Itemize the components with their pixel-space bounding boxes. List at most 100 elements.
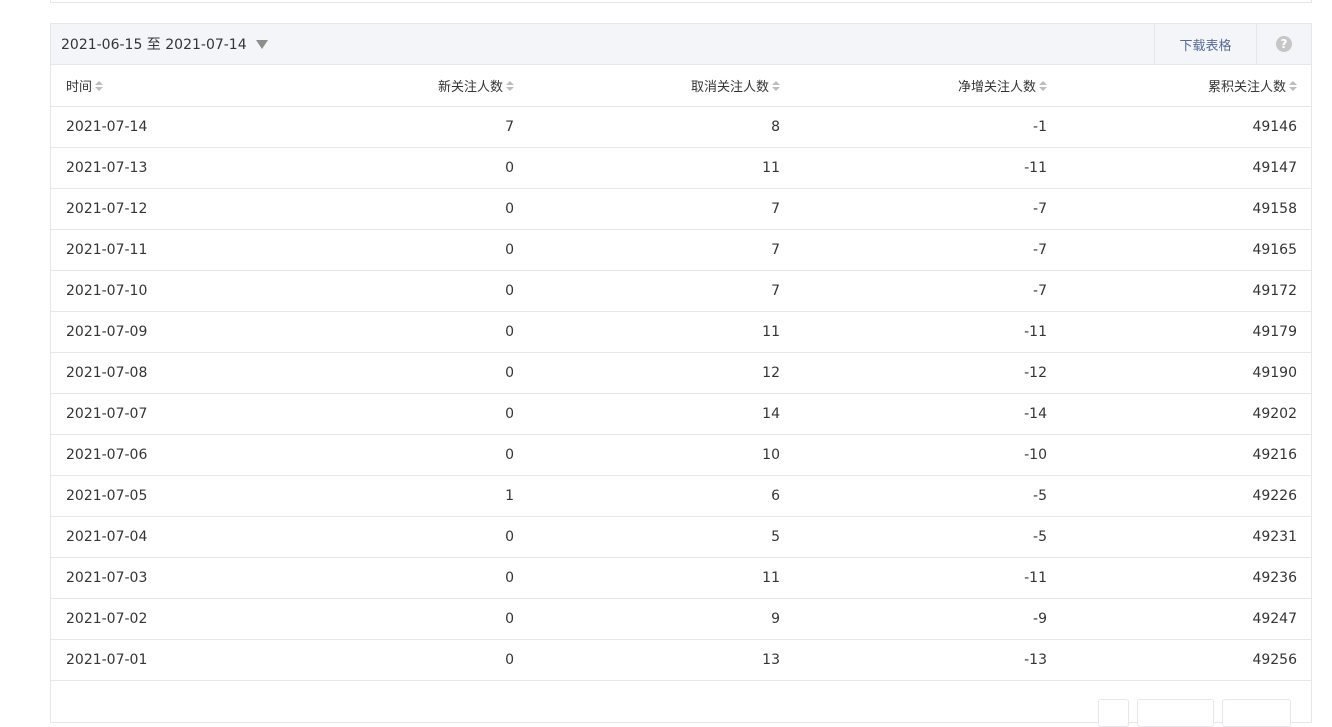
cell-cumulative: 49147	[1047, 147, 1297, 189]
cell-net-growth: -7	[780, 229, 1047, 271]
cell-cumulative: 49216	[1047, 434, 1297, 476]
pagination	[1098, 699, 1291, 727]
cell-new-followers: 0	[246, 188, 514, 230]
cell-date: 2021-07-10	[66, 270, 246, 312]
cell-new-followers: 0	[246, 557, 514, 599]
cell-net-growth: -11	[780, 311, 1047, 353]
cell-date: 2021-07-09	[66, 311, 246, 353]
cell-date: 2021-07-12	[66, 188, 246, 230]
cell-unfollowers: 11	[514, 147, 780, 189]
cell-new-followers: 0	[246, 352, 514, 394]
cell-date: 2021-07-14	[66, 106, 246, 148]
follower-stats-table: 时间 新关注人数 取消关注人数 净增关注人数 累积关注人数 2021-07-14…	[51, 65, 1311, 681]
table-row: 2021-07-14 7 8 -1 49146	[51, 106, 1311, 148]
cell-new-followers: 0	[246, 229, 514, 271]
cell-unfollowers: 11	[514, 311, 780, 353]
cell-new-followers: 0	[246, 270, 514, 312]
cell-unfollowers: 7	[514, 229, 780, 271]
cell-new-followers: 0	[246, 434, 514, 476]
cell-date: 2021-07-13	[66, 147, 246, 189]
cell-cumulative: 49202	[1047, 393, 1297, 435]
cell-unfollowers: 14	[514, 393, 780, 435]
cell-unfollowers: 6	[514, 475, 780, 517]
cell-date: 2021-07-05	[66, 475, 246, 517]
cell-unfollowers: 8	[514, 106, 780, 148]
cell-unfollowers: 10	[514, 434, 780, 476]
cell-net-growth: -12	[780, 352, 1047, 394]
sort-icon[interactable]	[1289, 81, 1297, 92]
cell-net-growth: -11	[780, 147, 1047, 189]
column-header-net-growth[interactable]: 净增关注人数	[780, 65, 1047, 107]
cell-cumulative: 49247	[1047, 598, 1297, 640]
cell-date: 2021-07-04	[66, 516, 246, 558]
sort-icon[interactable]	[772, 81, 780, 92]
cell-date: 2021-07-11	[66, 229, 246, 271]
cell-cumulative: 49158	[1047, 188, 1297, 230]
column-header-cumulative[interactable]: 累积关注人数	[1047, 65, 1297, 107]
cell-net-growth: -1	[780, 106, 1047, 148]
cell-unfollowers: 5	[514, 516, 780, 558]
cell-unfollowers: 7	[514, 270, 780, 312]
cell-net-growth: -10	[780, 434, 1047, 476]
table-row: 2021-07-13 0 11 -11 49147	[51, 147, 1311, 189]
pagination-go-button[interactable]	[1222, 699, 1291, 727]
table-row: 2021-07-03 0 11 -11 49236	[51, 557, 1311, 599]
column-header-unfollowers[interactable]: 取消关注人数	[514, 65, 780, 107]
caret-down-icon	[255, 40, 268, 49]
cell-new-followers: 0	[246, 639, 514, 681]
cell-date: 2021-07-07	[66, 393, 246, 435]
sort-icon[interactable]	[1039, 81, 1047, 92]
cell-new-followers: 0	[246, 147, 514, 189]
pagination-page-input[interactable]	[1137, 699, 1214, 727]
download-table-button[interactable]: 下载表格	[1154, 24, 1256, 64]
cell-unfollowers: 13	[514, 639, 780, 681]
column-header-new-followers[interactable]: 新关注人数	[246, 65, 514, 107]
table-row: 2021-07-12 0 7 -7 49158	[51, 188, 1311, 230]
cell-net-growth: -7	[780, 270, 1047, 312]
cell-new-followers: 1	[246, 475, 514, 517]
cell-new-followers: 0	[246, 598, 514, 640]
cell-net-growth: -7	[780, 188, 1047, 230]
table-row: 2021-07-02 0 9 -9 49247	[51, 598, 1311, 640]
column-header-date[interactable]: 时间	[66, 65, 246, 107]
cell-unfollowers: 11	[514, 557, 780, 599]
cell-cumulative: 49236	[1047, 557, 1297, 599]
cell-new-followers: 0	[246, 311, 514, 353]
cell-unfollowers: 9	[514, 598, 780, 640]
table-row: 2021-07-07 0 14 -14 49202	[51, 393, 1311, 435]
cell-unfollowers: 12	[514, 352, 780, 394]
cell-date: 2021-07-01	[66, 639, 246, 681]
date-range-picker[interactable]: 2021-06-15 至 2021-07-14	[51, 34, 268, 54]
table-row: 2021-07-11 0 7 -7 49165	[51, 229, 1311, 271]
question-mark-icon: ?	[1276, 36, 1292, 52]
pagination-prev-button[interactable]	[1098, 699, 1129, 727]
cell-new-followers: 7	[246, 106, 514, 148]
cell-unfollowers: 7	[514, 188, 780, 230]
data-table-card: 2021-06-15 至 2021-07-14 下载表格 ? 时间 新关注人数 …	[50, 23, 1312, 727]
previous-card-edge	[50, 0, 1312, 3]
cell-net-growth: -13	[780, 639, 1047, 681]
table-body: 2021-07-14 7 8 -1 49146 2021-07-13 0 11 -11 4914…	[51, 106, 1311, 681]
table-row: 2021-07-09 0 11 -11 49179	[51, 311, 1311, 353]
cell-new-followers: 0	[246, 393, 514, 435]
date-range-label: 2021-06-15 至 2021-07-14	[61, 37, 247, 53]
cell-date: 2021-07-02	[66, 598, 246, 640]
table-row: 2021-07-06 0 10 -10 49216	[51, 434, 1311, 476]
cell-cumulative: 49165	[1047, 229, 1297, 271]
table-row: 2021-07-04 0 5 -5 49231	[51, 516, 1311, 558]
toolbar-actions: 下载表格 ?	[1154, 24, 1311, 64]
cell-date: 2021-07-08	[66, 352, 246, 394]
cell-net-growth: -5	[780, 516, 1047, 558]
cell-cumulative: 49179	[1047, 311, 1297, 353]
cell-net-growth: -11	[780, 557, 1047, 599]
help-button[interactable]: ?	[1256, 24, 1311, 64]
cell-date: 2021-07-03	[66, 557, 246, 599]
sort-icon[interactable]	[506, 81, 514, 92]
cell-cumulative: 49256	[1047, 639, 1297, 681]
sort-icon[interactable]	[95, 81, 104, 92]
cell-cumulative: 49172	[1047, 270, 1297, 312]
table-row: 2021-07-05 1 6 -5 49226	[51, 475, 1311, 517]
cell-net-growth: -9	[780, 598, 1047, 640]
table-row: 2021-07-10 0 7 -7 49172	[51, 270, 1311, 312]
table-toolbar: 2021-06-15 至 2021-07-14 下载表格 ?	[51, 24, 1311, 65]
